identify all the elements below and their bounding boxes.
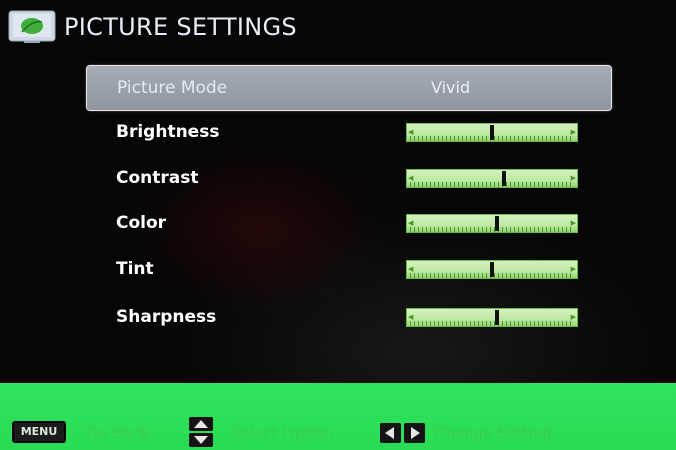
color-row[interactable]: Color ◀ ▶	[86, 201, 610, 245]
sharpness-slider[interactable]: ◀ ▶	[406, 308, 578, 327]
slider-left-arrow-icon: ◀	[408, 174, 414, 182]
slider-right-arrow-icon: ▶	[570, 265, 576, 273]
brightness-slider[interactable]: ◀ ▶	[406, 123, 578, 142]
slider-ticks	[410, 182, 574, 187]
tint-label: Tint	[116, 259, 154, 279]
tv-screen: PICTURE SETTINGS Picture Mode Vivid Brig…	[0, 0, 676, 450]
slider-left-arrow-icon: ◀	[408, 219, 414, 227]
picture-mode-label: Picture Mode	[117, 78, 228, 98]
contrast-label: Contrast	[116, 168, 199, 188]
go-back-hint: Go Back	[86, 424, 150, 442]
picture-mode-row[interactable]: Picture Mode Vivid	[86, 65, 612, 111]
up-down-arrows-icon	[189, 417, 213, 447]
menu-key-icon[interactable]: MENU	[12, 421, 66, 443]
color-label: Color	[116, 213, 167, 233]
brightness-label: Brightness	[116, 122, 220, 142]
slider-right-arrow-icon: ▶	[570, 219, 576, 227]
slider-left-arrow-icon: ◀	[408, 313, 414, 321]
slider-left-arrow-icon: ◀	[408, 128, 414, 136]
slider-right-arrow-icon: ▶	[570, 174, 576, 182]
brightness-row[interactable]: Brightness ◀ ▶	[86, 110, 610, 154]
tint-slider-thumb[interactable]	[490, 262, 494, 277]
select-option-hint: Select Option	[230, 424, 334, 442]
tint-slider[interactable]: ◀ ▶	[406, 260, 578, 279]
color-slider-thumb[interactable]	[494, 216, 499, 231]
navigation-help-bar: MENU Go Back Select Option Change Settin…	[0, 383, 676, 450]
right-arrow-icon	[404, 423, 425, 443]
sharpness-label: Sharpness	[116, 307, 217, 327]
up-arrow-icon	[189, 417, 213, 431]
settings-list: Picture Mode Vivid Brightness ◀ ▶ Contra…	[0, 0, 676, 380]
contrast-slider-thumb[interactable]	[502, 171, 507, 186]
slider-ticks	[410, 227, 574, 232]
sharpness-row[interactable]: Sharpness ◀ ▶	[86, 295, 610, 339]
menu-key-label: MENU	[20, 425, 58, 438]
left-arrow-icon	[380, 423, 401, 443]
slider-right-arrow-icon: ▶	[570, 128, 576, 136]
slider-left-arrow-icon: ◀	[408, 265, 414, 273]
contrast-slider[interactable]: ◀ ▶	[406, 169, 578, 188]
change-setting-hint: Change Setting	[434, 424, 553, 442]
sharpness-slider-thumb[interactable]	[494, 310, 499, 325]
tint-row[interactable]: Tint ◀ ▶	[86, 247, 610, 291]
left-right-arrows-icon	[380, 423, 426, 443]
slider-right-arrow-icon: ▶	[570, 313, 576, 321]
picture-mode-value[interactable]: Vivid	[431, 66, 470, 110]
color-slider[interactable]: ◀ ▶	[406, 214, 578, 233]
contrast-row[interactable]: Contrast ◀ ▶	[86, 156, 610, 200]
down-arrow-icon	[189, 433, 213, 447]
slider-ticks	[410, 321, 574, 326]
brightness-slider-thumb[interactable]	[490, 125, 494, 140]
